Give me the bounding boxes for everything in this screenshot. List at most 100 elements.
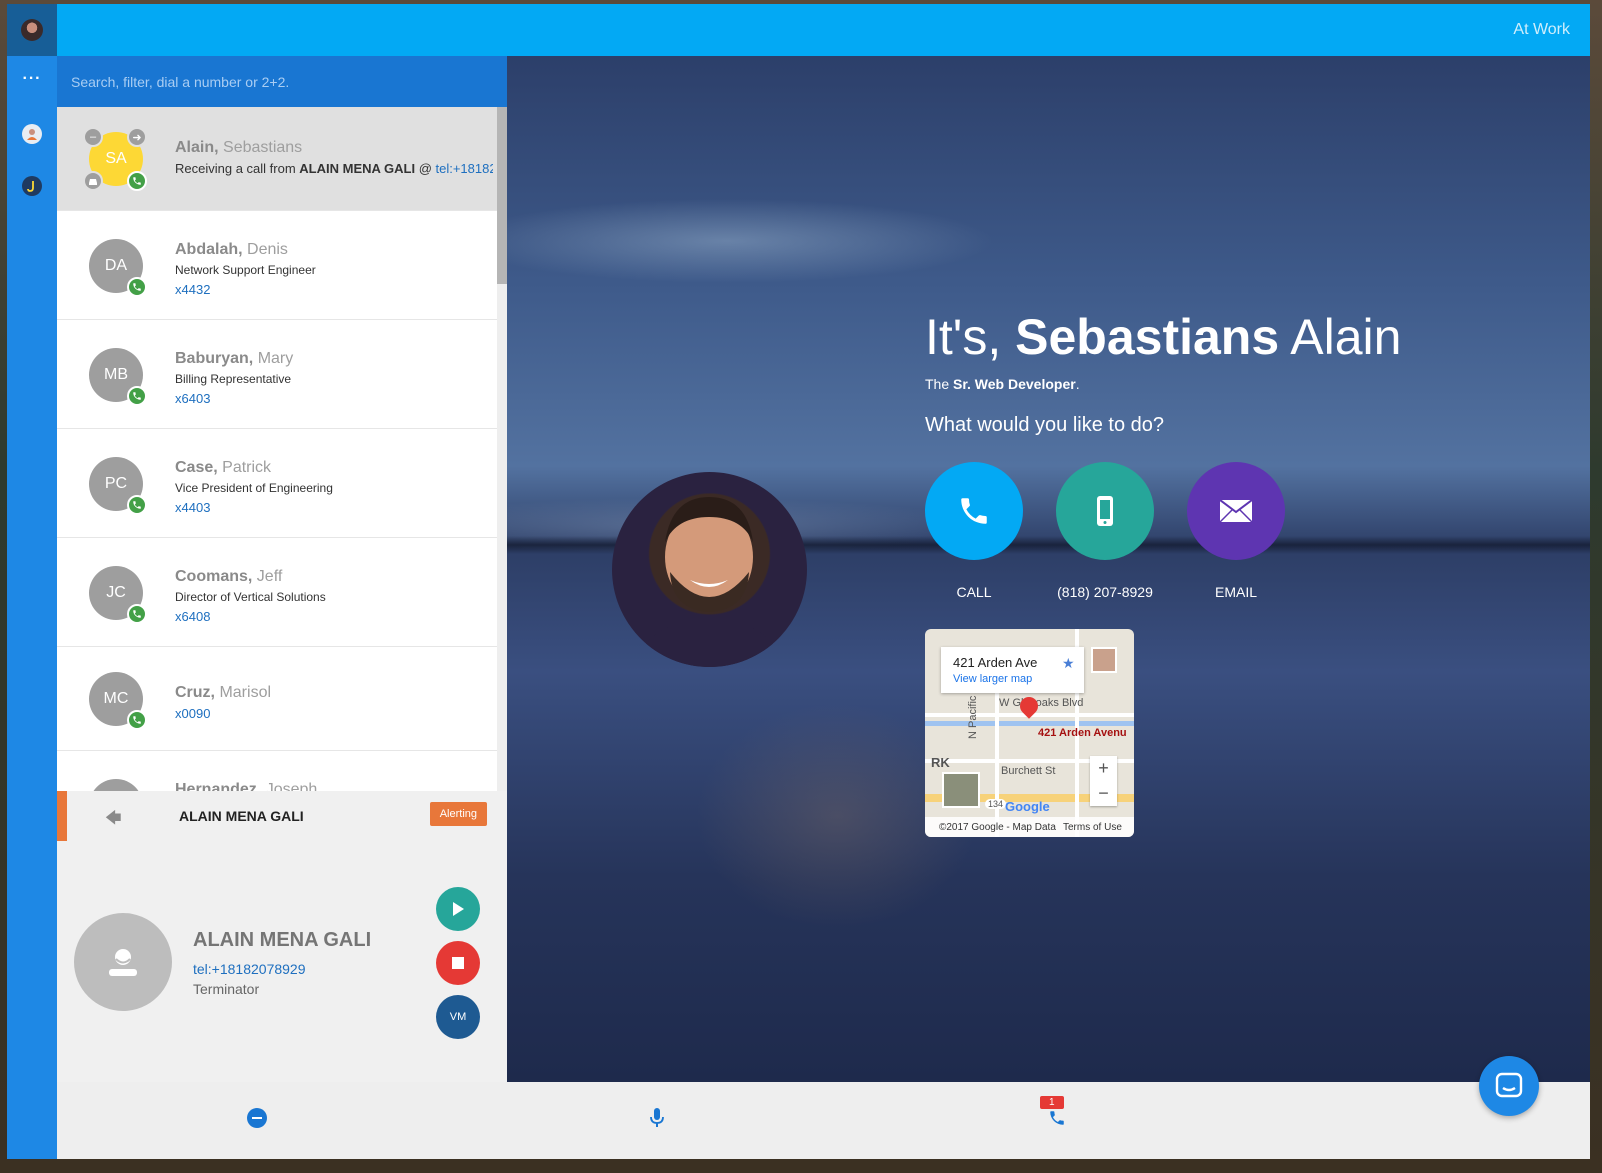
mail-icon — [1220, 500, 1252, 522]
person-icon — [22, 124, 42, 144]
map-terms-link[interactable]: Terms of Use — [1063, 822, 1122, 833]
map-road — [995, 693, 999, 837]
stop-icon — [452, 957, 464, 969]
zoom-out-button[interactable]: − — [1090, 781, 1117, 806]
contact-item[interactable]: MB Baburyan, Mary Billing Representative… — [57, 320, 497, 429]
mobile-icon — [1097, 496, 1113, 526]
voicemail-label: VM — [449, 1011, 467, 1023]
action-prompt: What would you like to do? — [925, 414, 1165, 436]
contact-item[interactable]: SA – ➜ Alain, Sebastians Receiving a cal… — [57, 107, 497, 211]
contact-avatar — [89, 779, 143, 791]
contact-extension[interactable]: x6408 — [175, 609, 210, 624]
mobile-action[interactable]: (818) 207-8929 — [1056, 462, 1154, 600]
map-info-card: 421 Arden Ave ★ View larger map — [941, 647, 1084, 693]
contact-item[interactable]: Hernandez, Joseph — [57, 751, 497, 791]
email-action[interactable]: EMAIL — [1187, 462, 1285, 600]
avatar — [21, 19, 43, 41]
forward-icon[interactable]: ➜ — [127, 127, 147, 147]
contact-title: Vice President of Engineering — [175, 481, 333, 495]
contact-extension[interactable]: x6403 — [175, 391, 210, 406]
microphone-icon — [650, 1108, 664, 1127]
contact-name: Cruz, Marisol — [175, 684, 272, 701]
contact-extension[interactable]: x4432 — [175, 282, 210, 297]
contact-name: Coomans, Jeff — [175, 568, 283, 585]
more-dots-icon: ··· — [22, 70, 42, 87]
caller-tel-link[interactable]: tel:+18182078929 — [193, 961, 306, 977]
more-menu-button[interactable]: ··· — [7, 56, 57, 108]
contact-name: Alain, Sebastians — [175, 139, 303, 156]
street-label: Burchett St — [1001, 765, 1056, 777]
avatar-initials: PC — [104, 475, 128, 492]
dnd-button[interactable] — [245, 1106, 269, 1130]
map-footer: ©2017 Google - Map Data Terms of Use — [925, 817, 1134, 837]
map-avatar-thumbnail — [1091, 647, 1117, 673]
mobile-label: (818) 207-8929 — [1057, 584, 1153, 600]
user-avatar-button[interactable] — [7, 4, 57, 56]
location-map[interactable]: W Glenoaks Blvd Burchett St N Pacific Av… — [925, 629, 1134, 837]
contact-extension[interactable]: x4403 — [175, 500, 210, 515]
scrollbar-thumb[interactable] — [497, 107, 507, 284]
contacts-panel: SA – ➜ Alain, Sebastians Receiving a cal… — [57, 56, 507, 1082]
chat-launcher-button[interactable] — [1479, 1056, 1539, 1116]
do-not-disturb-icon — [247, 1108, 267, 1128]
profile-subtitle: The Sr. Web Developer. — [925, 376, 1080, 392]
avatar-initials: JC — [106, 584, 126, 601]
marker-label: 421 Arden Avenu — [1038, 727, 1127, 739]
dnd-icon[interactable]: – — [83, 127, 103, 147]
caller-avatar — [74, 913, 172, 1011]
phone-presence-icon — [127, 386, 147, 406]
contact-item[interactable]: PC Case, Patrick Vice President of Engin… — [57, 429, 497, 538]
presence-status[interactable]: At Work — [1513, 21, 1570, 39]
map-river — [925, 721, 1134, 726]
answer-button[interactable] — [436, 887, 480, 931]
avatar-initials: DA — [104, 257, 128, 274]
caller-name: ALAIN MENA GALI — [193, 929, 372, 951]
mobile-button[interactable] — [1056, 462, 1154, 560]
avatar-initials: SA — [105, 150, 127, 167]
phone-presence-icon — [127, 277, 147, 297]
integration-button[interactable] — [7, 160, 57, 212]
voicemail-button[interactable]: VM — [436, 995, 480, 1039]
call-button[interactable] — [925, 462, 1023, 560]
phone-presence-icon — [127, 604, 147, 624]
email-button[interactable] — [1187, 462, 1285, 560]
car-icon[interactable] — [83, 171, 103, 191]
contact-list[interactable]: SA – ➜ Alain, Sebastians Receiving a cal… — [57, 107, 507, 791]
contact-name: Hernandez, Joseph — [175, 781, 318, 791]
phone-presence-icon — [127, 495, 147, 515]
contact-item[interactable]: JC Coomans, Jeff Director of Vertical So… — [57, 538, 497, 647]
avatar-initials: MC — [103, 690, 129, 707]
map-address: 421 Arden Ave — [953, 655, 1038, 670]
contacts-button[interactable] — [7, 108, 57, 160]
top-bar: At Work — [57, 4, 1590, 56]
scrollbar-track[interactable] — [497, 107, 507, 791]
phone-presence-icon — [127, 171, 147, 191]
contact-title: Billing Representative — [175, 372, 292, 386]
contact-title: Network Support Engineer — [175, 263, 316, 277]
map-zoom-control: + − — [1090, 756, 1117, 806]
google-logo: Google — [1005, 799, 1050, 814]
microphone-button[interactable] — [645, 1106, 669, 1130]
profile-photo — [612, 472, 807, 667]
contact-item[interactable]: MC Cruz, Marisol x0090 — [57, 647, 497, 751]
contact-title: Director of Vertical Solutions — [175, 590, 326, 604]
back-arrow-icon[interactable]: 🡄 — [105, 807, 122, 834]
chat-icon — [1495, 1072, 1523, 1098]
reject-button[interactable] — [436, 941, 480, 985]
bottom-toolbar: 1 — [57, 1082, 1590, 1159]
email-label: EMAIL — [1214, 584, 1257, 600]
star-icon[interactable]: ★ — [1062, 655, 1075, 672]
contact-extension[interactable]: x0090 — [175, 706, 210, 721]
satellite-toggle[interactable] — [942, 772, 980, 808]
call-party-name: ALAIN MENA GALI — [179, 808, 304, 824]
zoom-in-button[interactable]: + — [1090, 756, 1117, 781]
contact-item[interactable]: DA Abdalah, Denis Network Support Engine… — [57, 211, 497, 320]
search-input[interactable] — [71, 73, 491, 90]
view-larger-map-link[interactable]: View larger map — [953, 673, 1032, 685]
call-detail: ALAIN MENA GALI tel:+18182078929 Termina… — [57, 841, 507, 1082]
caller-tel-link[interactable]: tel:+18182078929 — [436, 161, 494, 176]
call-action[interactable]: CALL — [925, 462, 1023, 600]
phone-presence-icon — [127, 710, 147, 730]
calls-button[interactable]: 1 — [1040, 1096, 1069, 1130]
call-status-badge: Alerting — [429, 802, 487, 826]
